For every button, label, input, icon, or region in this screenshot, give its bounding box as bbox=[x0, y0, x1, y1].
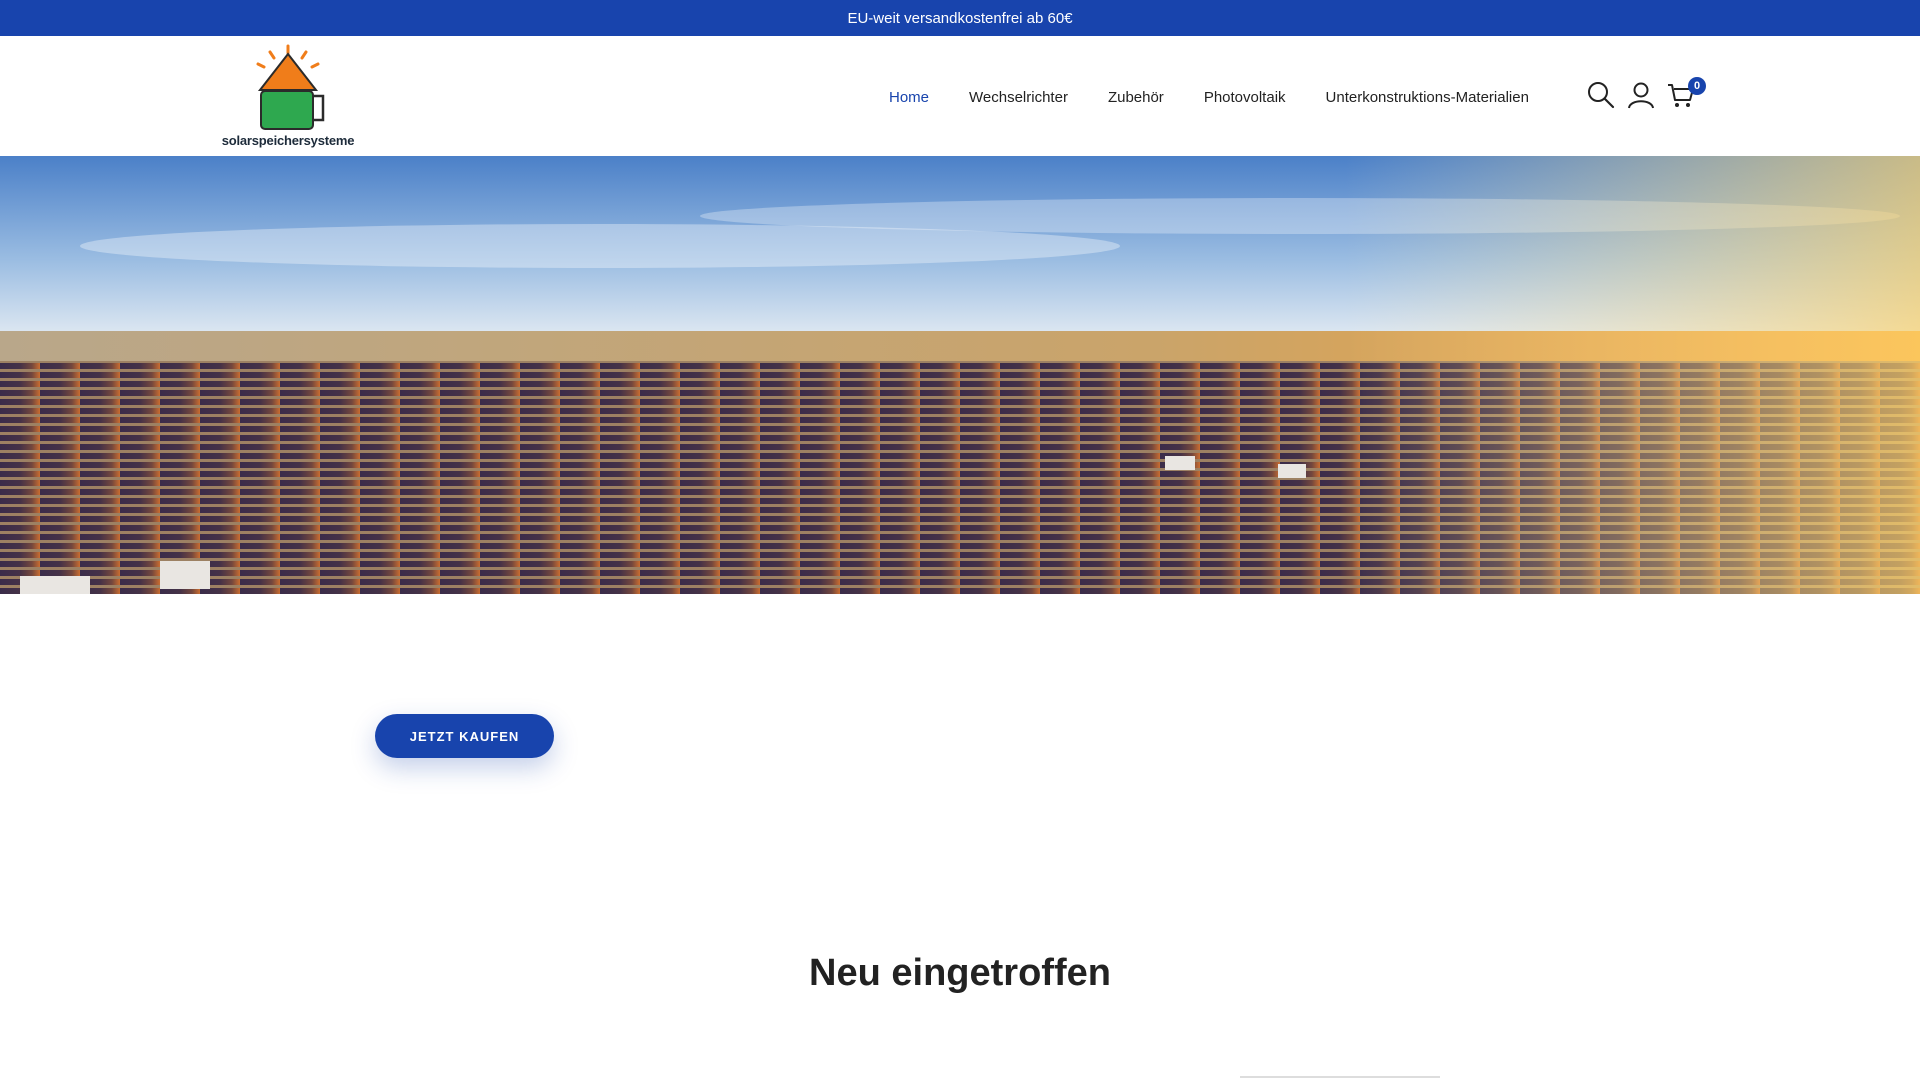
product-card-edge bbox=[1240, 1076, 1440, 1078]
search-icon[interactable] bbox=[1586, 80, 1616, 110]
hero-banner bbox=[0, 156, 1920, 594]
logo-icon bbox=[256, 44, 325, 130]
announcement-text: EU-weit versandkostenfrei ab 60€ bbox=[847, 9, 1073, 27]
nav-item-home[interactable]: Home bbox=[889, 86, 929, 110]
announcement-bar: EU-weit versandkostenfrei ab 60€ bbox=[0, 0, 1920, 36]
site-header: solarspeichersysteme Home Wechselrichter… bbox=[0, 36, 1920, 156]
hero-image bbox=[0, 156, 1920, 594]
brand-logo[interactable]: solarspeichersysteme bbox=[214, 44, 362, 150]
main-nav: Home Wechselrichter Zubehör Photovoltaik… bbox=[889, 86, 1569, 110]
nav-item-photovoltaik[interactable]: Photovoltaik bbox=[1204, 86, 1286, 110]
nav-item-zubehoer[interactable]: Zubehör bbox=[1108, 86, 1164, 110]
cart-count-badge: 0 bbox=[1688, 77, 1706, 95]
section-title-new-arrivals: Neu eingetroffen bbox=[809, 952, 1111, 994]
nav-item-wechselrichter[interactable]: Wechselrichter bbox=[969, 86, 1068, 110]
buy-now-button[interactable]: JETZT KAUFEN bbox=[375, 714, 554, 758]
nav-item-unterkonstruktions-materialien[interactable]: Unterkonstruktions-Materialien bbox=[1326, 86, 1529, 110]
brand-name: solarspeichersysteme bbox=[221, 133, 355, 148]
user-icon[interactable] bbox=[1626, 80, 1656, 110]
